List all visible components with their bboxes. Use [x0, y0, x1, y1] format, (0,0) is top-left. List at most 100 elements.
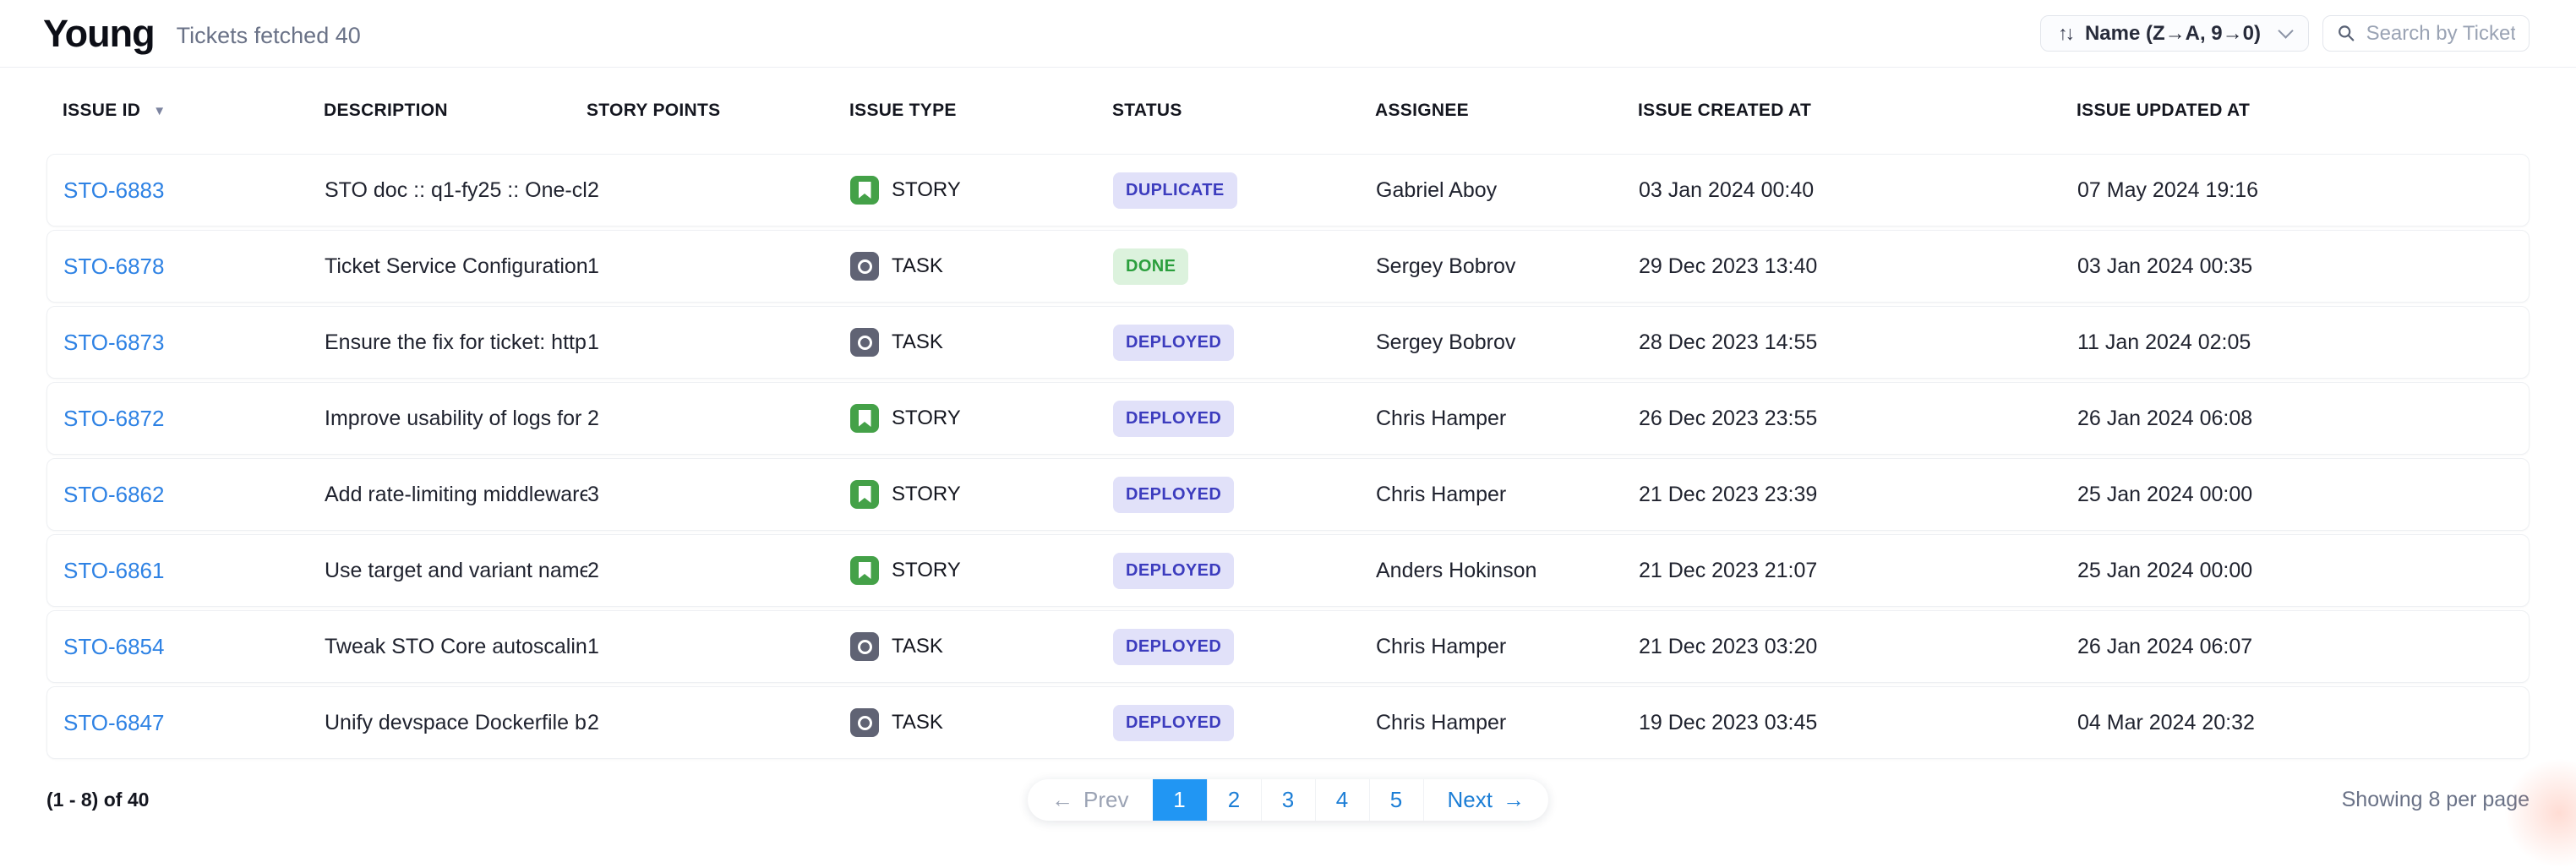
issue-type-label: TASK — [892, 711, 943, 734]
status-badge: DEPLOYED — [1113, 325, 1234, 361]
issue-id-link[interactable]: STO-6854 — [63, 634, 325, 660]
search-box[interactable] — [2322, 15, 2530, 52]
issue-updated-at: 25 Jan 2024 00:00 — [2077, 483, 2529, 507]
story-points-value: 2 — [587, 711, 850, 735]
issue-type-cell: TASK — [850, 708, 1113, 737]
issue-updated-at: 11 Jan 2024 02:05 — [2077, 330, 2529, 355]
issue-description: Add rate-limiting middleware to S... — [325, 483, 587, 507]
story-bookmark-icon — [859, 182, 871, 199]
top-bar-controls: ↑↓ Name (Z→A, 9→0) — [2040, 15, 2530, 52]
assignee-name: Gabriel Aboy — [1376, 178, 1639, 203]
story-bookmark-icon — [859, 410, 871, 427]
column-header-issue-created-at: ISSUE CREATED AT — [1638, 101, 2077, 121]
story-points-value: 1 — [587, 330, 850, 355]
task-circle-icon — [858, 336, 872, 350]
prev-arrow-icon: ← — [1051, 787, 1073, 813]
issue-id-link[interactable]: STO-6847 — [63, 710, 325, 736]
issue-created-at: 21 Dec 2023 21:07 — [1639, 559, 2077, 583]
tickets-fetched-label: Tickets fetched 40 — [177, 18, 361, 49]
table-row: STO-6862 Add rate-limiting middleware to… — [46, 458, 2530, 531]
issue-description: Ensure the fix for ticket: https://h... — [325, 330, 587, 355]
issue-description: Unify devspace Dockerfile build — [325, 711, 587, 735]
story-bookmark-icon — [859, 562, 871, 579]
prev-page-button[interactable]: ← Prev — [1028, 779, 1152, 821]
result-range-label: (1 - 8) of 40 — [46, 789, 1028, 811]
issue-type-label: STORY — [892, 483, 961, 506]
issue-type-icon — [850, 404, 879, 433]
story-points-value: 2 — [587, 178, 850, 203]
column-header-story-points: STORY POINTS — [587, 101, 849, 121]
table-body: STO-6883 STO doc :: q1-fy25 :: One-click… — [46, 154, 2530, 759]
task-circle-icon — [858, 640, 872, 654]
task-circle-icon — [858, 716, 872, 730]
per-page-label: Showing 8 per page — [2342, 788, 2530, 812]
next-arrow-icon: → — [1503, 787, 1525, 813]
next-page-button[interactable]: Next → — [1423, 779, 1548, 821]
issue-updated-at: 26 Jan 2024 06:08 — [2077, 407, 2529, 431]
issue-type-label: TASK — [892, 635, 943, 658]
issue-description: STO doc :: q1-fy25 :: One-click e... — [325, 178, 587, 203]
issue-type-label: STORY — [892, 559, 961, 582]
issue-type-icon — [850, 328, 879, 357]
issue-id-link[interactable]: STO-6872 — [63, 406, 325, 432]
page-button-4[interactable]: 4 — [1315, 779, 1369, 821]
issue-created-at: 19 Dec 2023 03:45 — [1639, 711, 2077, 735]
task-circle-icon — [858, 259, 872, 274]
sort-caret-icon: ▼ — [153, 104, 166, 118]
issue-id-link[interactable]: STO-6873 — [63, 330, 325, 356]
issue-type-cell: STORY — [850, 480, 1113, 509]
table-row: STO-6854 Tweak STO Core autoscaling par.… — [46, 610, 2530, 683]
assignee-name: Chris Hamper — [1376, 407, 1639, 431]
issue-created-at: 28 Dec 2023 14:55 — [1639, 330, 2077, 355]
issue-type-label: STORY — [892, 407, 961, 430]
issue-type-cell: TASK — [850, 632, 1113, 661]
issue-description: Improve usability of logs for failur... — [325, 407, 587, 431]
issue-type-label: TASK — [892, 330, 943, 354]
tickets-table: ISSUE ID ▼ DESCRIPTION STORY POINTS ISSU… — [46, 68, 2530, 759]
table-row: STO-6878 Ticket Service Configuration 1 … — [46, 230, 2530, 303]
issue-updated-at: 26 Jan 2024 06:07 — [2077, 635, 2529, 659]
issue-type-icon — [850, 480, 879, 509]
issue-type-cell: STORY — [850, 176, 1113, 205]
issue-id-link[interactable]: STO-6861 — [63, 558, 325, 584]
issue-created-at: 26 Dec 2023 23:55 — [1639, 407, 2077, 431]
table-row: STO-6883 STO doc :: q1-fy25 :: One-click… — [46, 154, 2530, 227]
issue-id-link[interactable]: STO-6883 — [63, 177, 325, 204]
story-points-value: 2 — [587, 407, 850, 431]
pagination-bar: (1 - 8) of 40 ← Prev 12345 Next → Showin… — [46, 779, 2530, 821]
page-button-2[interactable]: 2 — [1207, 779, 1261, 821]
issue-updated-at: 25 Jan 2024 00:00 — [2077, 559, 2529, 583]
assignee-name: Anders Hokinson — [1376, 559, 1639, 583]
issue-type-icon — [850, 176, 879, 205]
assignee-name: Chris Hamper — [1376, 711, 1639, 735]
issue-id-link[interactable]: STO-6862 — [63, 482, 325, 508]
table-row: STO-6847 Unify devspace Dockerfile build… — [46, 686, 2530, 759]
status-badge: DEPLOYED — [1113, 629, 1234, 665]
issue-description: Tweak STO Core autoscaling par... — [325, 635, 587, 659]
story-points-value: 1 — [587, 635, 850, 659]
story-bookmark-icon — [859, 486, 871, 503]
page-button-5[interactable]: 5 — [1369, 779, 1423, 821]
column-header-issue-type: ISSUE TYPE — [849, 101, 1112, 121]
status-badge: DEPLOYED — [1113, 705, 1234, 741]
issue-type-label: STORY — [892, 178, 961, 202]
assignee-name: Sergey Bobrov — [1376, 330, 1639, 355]
column-header-description: DESCRIPTION — [324, 101, 587, 121]
table-header-row: ISSUE ID ▼ DESCRIPTION STORY POINTS ISSU… — [46, 68, 2530, 154]
issue-type-cell: TASK — [850, 328, 1113, 357]
status-badge: DONE — [1113, 248, 1188, 285]
page-title: Young — [43, 12, 155, 56]
sort-dropdown[interactable]: ↑↓ Name (Z→A, 9→0) — [2040, 15, 2309, 52]
issue-updated-at: 07 May 2024 19:16 — [2077, 178, 2529, 203]
issue-updated-at: 04 Mar 2024 20:32 — [2077, 711, 2529, 735]
issue-type-icon — [850, 708, 879, 737]
issue-id-link[interactable]: STO-6878 — [63, 254, 325, 280]
story-points-value: 2 — [587, 559, 850, 583]
issue-updated-at: 03 Jan 2024 00:35 — [2077, 254, 2529, 279]
search-input[interactable] — [2366, 22, 2515, 46]
assignee-name: Sergey Bobrov — [1376, 254, 1639, 279]
page-button-3[interactable]: 3 — [1261, 779, 1315, 821]
page-button-1[interactable]: 1 — [1153, 779, 1207, 821]
next-label: Next — [1448, 787, 1493, 813]
column-header-issue-id[interactable]: ISSUE ID ▼ — [63, 101, 324, 121]
